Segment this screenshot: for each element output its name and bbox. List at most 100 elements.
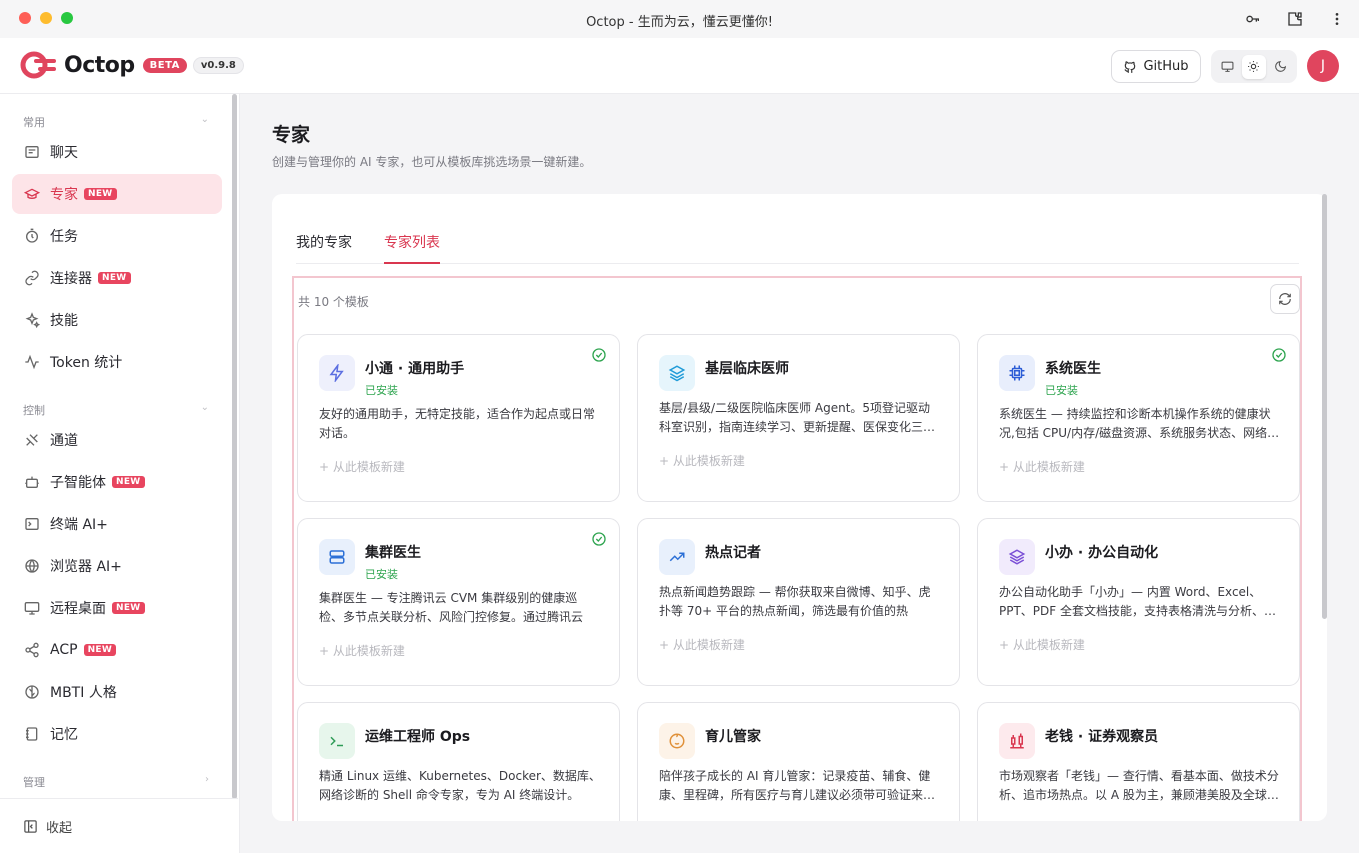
create-from-template-link[interactable]: + 从此模板新建 [999,636,1085,653]
content-scrollbar[interactable] [1322,194,1327,619]
layers-icon [659,355,695,391]
link-icon [23,269,41,287]
sidebar-group-label: 管理 [23,776,45,789]
notebook-icon [23,725,41,743]
template-card[interactable]: 基层临床医师 基层/县级/二级医院临床医师 Agent。5项登记驱动科室识别，指… [637,334,960,502]
theme-dark-option[interactable] [1269,55,1293,79]
octop-logo-icon [20,51,56,79]
create-from-template-link[interactable]: + 从此模板新建 [319,458,405,475]
card-description: 热点新闻趋势跟踪 — 帮你获取来自微博、知乎、虎扑等 70+ 平台的热点新闻，筛… [659,585,931,618]
theme-system-option[interactable] [1215,55,1239,79]
card-description: 系统医生 — 持续监控和诊断本机操作系统的健康状况,包括 CPU/内存/磁盘资源… [999,407,1280,440]
sidebar-item-skills[interactable]: 技能 [12,300,222,340]
card-title: 小通 · 通用助手 [365,361,465,377]
sidebar-item-label: 聊天 [50,145,78,161]
new-badge: NEW [112,602,145,614]
template-card[interactable]: 运维工程师 Ops 精通 Linux 运维、Kubernetes、Docker、… [297,702,620,821]
sidebar-item-token-stats[interactable]: Token 统计 [12,342,222,382]
candlestick-icon [999,723,1035,759]
check-circle-icon [592,532,606,546]
new-badge: NEW [84,188,117,200]
sidebar-collapse-icon [24,819,37,833]
key-icon[interactable] [1243,9,1263,29]
sidebar-scrollbar[interactable] [232,94,237,799]
sidebar-item-tasks[interactable]: 任务 [12,216,222,256]
sidebar-item-connectors[interactable]: 连接器 NEW [12,258,222,298]
sidebar-item-label: Token 统计 [50,355,123,371]
chevron-right-icon: › [205,774,209,785]
sidebar-group-common[interactable]: 常用 ⌄ [23,114,209,130]
sidebar-item-remote-desktop[interactable]: 远程桌面 NEW [12,588,222,628]
card-title: 小办 · 办公自动化 [1045,545,1159,561]
collapse-sidebar-button[interactable]: 收起 [0,798,238,853]
sidebar-item-subagents[interactable]: 子智能体 NEW [12,462,222,502]
monitor-icon [23,599,41,617]
sidebar-group-control[interactable]: 控制 ⌄ [23,402,209,418]
card-title: 基层临床医师 [705,361,789,377]
template-card[interactable]: 老钱 · 证券观察员 市场观察者「老钱」— 查行情、看基本面、做技术分析、追市场… [977,702,1300,821]
template-card[interactable]: 小通 · 通用助手 已安装 友好的通用助手，无特定技能，适合作为起点或日常对话。… [297,334,620,502]
sidebar-item-chat[interactable]: 聊天 [12,132,222,172]
theme-light-option[interactable] [1241,54,1266,79]
card-title: 系统医生 [1045,361,1101,377]
create-from-template-link[interactable]: + 从此模板新建 [659,452,745,469]
extensions-icon[interactable] [1285,9,1305,29]
moon-icon [1275,60,1287,72]
stack-icon [999,539,1035,575]
globe-icon [23,557,41,575]
sidebar-item-label: ACP [50,642,78,658]
sidebar-item-label: 远程桌面 [50,601,106,617]
tab-expert-list[interactable]: 专家列表 [384,232,440,264]
tab-my-experts[interactable]: 我的专家 [296,232,352,264]
sidebar-item-mbti[interactable]: MBTI 人格 [12,672,222,712]
template-card[interactable]: 集群医生 已安装 集群医生 — 专注腾讯云 CVM 集群级别的健康巡检、多节点关… [297,518,620,686]
experts-panel: 我的专家 专家列表 共 10 个模板 小通 · 通用助手 已安装 友好的通用助手… [272,194,1327,821]
cpu-icon [999,355,1035,391]
chevron-down-icon: ⌄ [200,402,209,413]
sidebar-item-memory[interactable]: 记忆 [12,714,222,754]
sidebar-item-acp[interactable]: ACP NEW [12,630,222,670]
template-card[interactable]: 系统医生 已安装 系统医生 — 持续监控和诊断本机操作系统的健康状况,包括 CP… [977,334,1300,502]
terminal-icon [23,515,41,533]
installed-label: 已安装 [1045,384,1078,397]
card-description: 友好的通用助手，无特定技能，适合作为起点或日常对话。 [319,407,596,440]
refresh-button[interactable] [1270,284,1300,314]
lightning-icon [319,355,355,391]
sidebar: 常用 ⌄ 聊天 专家 NEW 任务 连接器 NEW 技能 Token 统计 控制… [0,94,240,853]
card-title: 老钱 · 证券观察员 [1045,729,1159,745]
check-circle-icon [1272,348,1286,362]
sidebar-item-label: 终端 AI+ [50,517,108,533]
template-card[interactable]: 育儿管家 陪伴孩子成长的 AI 育儿管家：记录疫苗、辅食、健康、里程碑，所有医疗… [637,702,960,821]
create-from-template-link[interactable]: + 从此模板新建 [659,636,745,653]
sidebar-item-experts[interactable]: 专家 NEW [12,174,222,214]
github-button[interactable]: GitHub [1111,50,1201,83]
card-description: 陪伴孩子成长的 AI 育儿管家：记录疫苗、辅食、健康、里程碑，所有医疗与育儿建议… [659,769,936,802]
card-description: 精通 Linux 运维、Kubernetes、Docker、数据库、网络诊断的 … [319,769,601,802]
beta-badge: BETA [142,57,187,73]
more-vertical-icon[interactable] [1327,9,1347,29]
chevron-down-icon: ⌄ [200,114,209,125]
create-from-template-link[interactable]: + 从此模板新建 [319,642,405,659]
template-card[interactable]: 小办 · 办公自动化 办公自动化助手「小办」— 内置 Word、Excel、PP… [977,518,1300,686]
chat-icon [23,143,41,161]
sidebar-group-label: 控制 [23,404,45,417]
window-titlebar: Octop - 生而为云，懂云更懂你! [0,0,1359,38]
user-avatar[interactable]: J [1307,50,1339,82]
template-card[interactable]: 热点记者 热点新闻趋势跟踪 — 帮你获取来自微博、知乎、虎扑等 70+ 平台的热… [637,518,960,686]
sidebar-item-label: 连接器 [50,271,92,287]
card-title: 集群医生 [365,545,421,561]
page-title: 专家 [272,124,311,146]
sidebar-item-browser-ai[interactable]: 浏览器 AI+ [12,546,222,586]
baby-icon [659,723,695,759]
terminal-prompt-icon [319,723,355,759]
collapse-label: 收起 [46,820,73,836]
sidebar-group-manage[interactable]: 管理 › [23,774,209,790]
sidebar-item-channels[interactable]: 通道 [12,420,222,460]
card-title: 运维工程师 Ops [365,729,471,745]
app-logo[interactable]: Octop BETA v0.9.8 [20,50,244,80]
create-from-template-link[interactable]: + 从此模板新建 [999,458,1085,475]
sidebar-item-terminal-ai[interactable]: 终端 AI+ [12,504,222,544]
monitor-icon [1221,61,1234,72]
card-description: 市场观察者「老钱」— 查行情、看基本面、做技术分析、追市场热点。以 A 股为主，… [999,769,1279,802]
template-list: 共 10 个模板 小通 · 通用助手 已安装 友好的通用助手，无特定技能，适合作… [292,276,1302,821]
